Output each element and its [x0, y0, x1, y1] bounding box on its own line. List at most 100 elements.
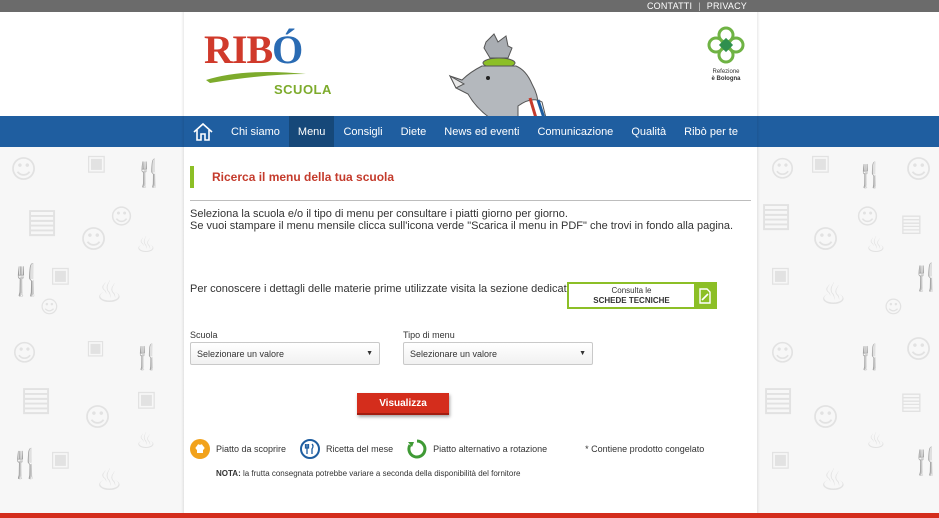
chef-hat-icon — [190, 439, 210, 459]
frozen-note: * Contiene prodotto congelato — [585, 444, 705, 454]
nav-item-news-ed-eventi[interactable]: News ed eventi — [435, 116, 528, 147]
nav-item-consigli[interactable]: Consigli — [334, 116, 391, 147]
smiley-doodle-icon: ☺ — [10, 155, 38, 185]
legend-item-piatto-da-scoprire: Piatto da scoprire — [190, 439, 286, 459]
privacy-link[interactable]: PRIVACY — [707, 1, 747, 11]
materie-prime-text: Per conoscere i dettagli delle materie p… — [190, 283, 573, 295]
document-edit-icon — [694, 284, 715, 307]
book-doodle-icon: ▣ — [50, 263, 71, 288]
scuola-label: Scuola — [190, 330, 218, 340]
legend-item-piatto-alternativo: Piatto alternativo a rotazione — [407, 439, 547, 459]
chef-hat-doodle-icon: ♨ — [96, 275, 123, 310]
legend-item-ricetta-del-mese: Ricetta del mese — [300, 439, 393, 459]
legend-label: Piatto da scoprire — [216, 444, 287, 454]
cutlery-doodle-icon: 🍴 — [133, 159, 166, 189]
home-icon — [193, 122, 213, 141]
nav-item-comunicazione[interactable]: Comunicazione — [528, 116, 622, 147]
chef-hat-doodle-icon: ♨ — [820, 463, 847, 498]
content-shadow-right — [757, 12, 760, 513]
nav-item-diete[interactable]: Diete — [392, 116, 436, 147]
legend-label: Piatto alternativo a rotazione — [433, 444, 548, 454]
book-doodle-icon: ▣ — [770, 263, 791, 288]
book-doodle-icon: ▣ — [770, 447, 791, 472]
book-doodle-icon: ▣ — [810, 151, 831, 176]
intro-line-1: Seleziona la scuola e/o il tipo di menu … — [190, 208, 568, 220]
cutlery-doodle-icon: 🍴 — [910, 263, 939, 293]
tipo-menu-select-value: Selezionare un valore — [410, 348, 498, 359]
header: RIBÓ SCUOLA Refezione è Bologna — [184, 12, 757, 118]
bag-doodle-icon: ▤ — [762, 379, 795, 419]
chef-hat-doodle-icon: ♨ — [96, 463, 123, 498]
page-title: Ricerca il menu della tua scuola — [190, 166, 394, 188]
main-nav: Chi siamo Menu Consigli Diete News ed ev… — [0, 116, 939, 147]
schede-tecniche-button[interactable]: Consulta le SCHEDE TECNICHE — [567, 282, 717, 309]
book-doodle-icon: ▣ — [50, 447, 71, 472]
chevron-down-icon: ▼ — [366, 350, 373, 357]
smiley-doodle-icon: ☺ — [770, 339, 796, 367]
nav-item-chi-siamo[interactable]: Chi siamo — [222, 116, 289, 147]
clover-logo-icon — [707, 26, 745, 64]
smiley-doodle-icon: ☺ — [905, 155, 933, 185]
chef-hat-doodle-icon: ♨ — [866, 233, 886, 258]
bag-doodle-icon: ▤ — [26, 201, 59, 241]
book-doodle-icon: ▣ — [86, 151, 107, 176]
cutlery-doodle-icon: 🍴 — [855, 161, 885, 189]
nav-home[interactable] — [184, 116, 222, 147]
smiley-doodle-icon: ☺ — [40, 297, 59, 318]
tipo-menu-select[interactable]: Selezionare un valore ▼ — [403, 342, 593, 365]
visualizza-button[interactable]: Visualizza — [357, 393, 449, 415]
nav-item-menu[interactable]: Menu — [288, 116, 335, 147]
nav-item-ribo-per-te[interactable]: Ribò per te — [675, 116, 747, 147]
legend-label: Ricetta del mese — [326, 444, 394, 454]
cutlery-doodle-icon: 🍴 — [855, 343, 885, 371]
rhino-mascot-icon — [448, 33, 547, 118]
bag-doodle-icon: ▤ — [20, 379, 53, 419]
book-doodle-icon: ▣ — [136, 387, 157, 412]
bag-doodle-icon: ▤ — [760, 195, 793, 235]
refezione-bologna-logo[interactable]: Refezione è Bologna — [704, 26, 748, 96]
chevron-down-icon: ▼ — [579, 350, 586, 357]
bag-doodle-icon: ▤ — [900, 209, 923, 237]
logo-wordmark: RIBÓ — [204, 27, 303, 72]
cutlery-icon — [300, 439, 321, 459]
smiley-doodle-icon: ☺ — [770, 155, 796, 183]
cutlery-doodle-icon: 🍴 — [8, 447, 43, 480]
smiley-doodle-icon: ☺ — [812, 403, 840, 433]
chef-hat-doodle-icon: ♨ — [136, 233, 156, 258]
bottom-bar — [0, 513, 939, 518]
smiley-doodle-icon: ☺ — [80, 225, 108, 255]
nav-item-qualita[interactable]: Qualità — [622, 116, 675, 147]
tipo-menu-label: Tipo di menu — [403, 330, 455, 340]
scuola-select[interactable]: Selezionare un valore ▼ — [190, 342, 380, 365]
logo-subtitle: SCUOLA — [274, 82, 332, 97]
chef-hat-doodle-icon: ♨ — [136, 429, 156, 454]
smiley-doodle-icon: ☺ — [110, 205, 133, 230]
intro-line-2: Se vuoi stampare il menu mensile clicca … — [190, 220, 734, 232]
smiley-doodle-icon: ☺ — [905, 335, 933, 365]
smiley-doodle-icon: ☺ — [12, 339, 38, 367]
smiley-doodle-icon: ☺ — [84, 403, 112, 433]
cutlery-doodle-icon: 🍴 — [910, 447, 939, 477]
nav-items: Chi siamo Menu Consigli Diete News ed ev… — [184, 116, 747, 147]
smiley-doodle-icon: ☺ — [884, 297, 903, 318]
ribo-scuola-logo[interactable]: RIBÓ SCUOLA — [204, 27, 331, 100]
nota-text: NOTA: la frutta consegnata potrebbe vari… — [216, 469, 521, 478]
schede-tecniche-label: Consulta le SCHEDE TECNICHE — [593, 285, 670, 305]
intro-text: Seleziona la scuola e/o il tipo di menu … — [190, 208, 733, 232]
smiley-doodle-icon: ☺ — [812, 225, 840, 255]
scuola-select-value: Selezionare un valore — [197, 348, 285, 359]
cutlery-doodle-icon: 🍴 — [8, 263, 46, 298]
smiley-doodle-icon: ☺ — [856, 205, 879, 230]
contatti-link[interactable]: CONTATTI — [647, 1, 692, 11]
top-bar: CONTATTI | PRIVACY — [0, 0, 939, 12]
top-links: CONTATTI | PRIVACY — [647, 0, 747, 12]
chef-hat-doodle-icon: ♨ — [866, 429, 886, 454]
top-links-separator: | — [698, 1, 701, 11]
chef-hat-doodle-icon: ♨ — [820, 277, 847, 312]
title-divider — [190, 200, 751, 201]
main-content: Ricerca il menu della tua scuola Selezio… — [184, 147, 757, 513]
rotation-icon — [407, 439, 427, 459]
partner-label: Refezione è Bologna — [711, 69, 741, 82]
legend: Piatto da scoprire Ricetta del mese Piat… — [190, 439, 705, 459]
cutlery-doodle-icon: 🍴 — [132, 343, 162, 371]
